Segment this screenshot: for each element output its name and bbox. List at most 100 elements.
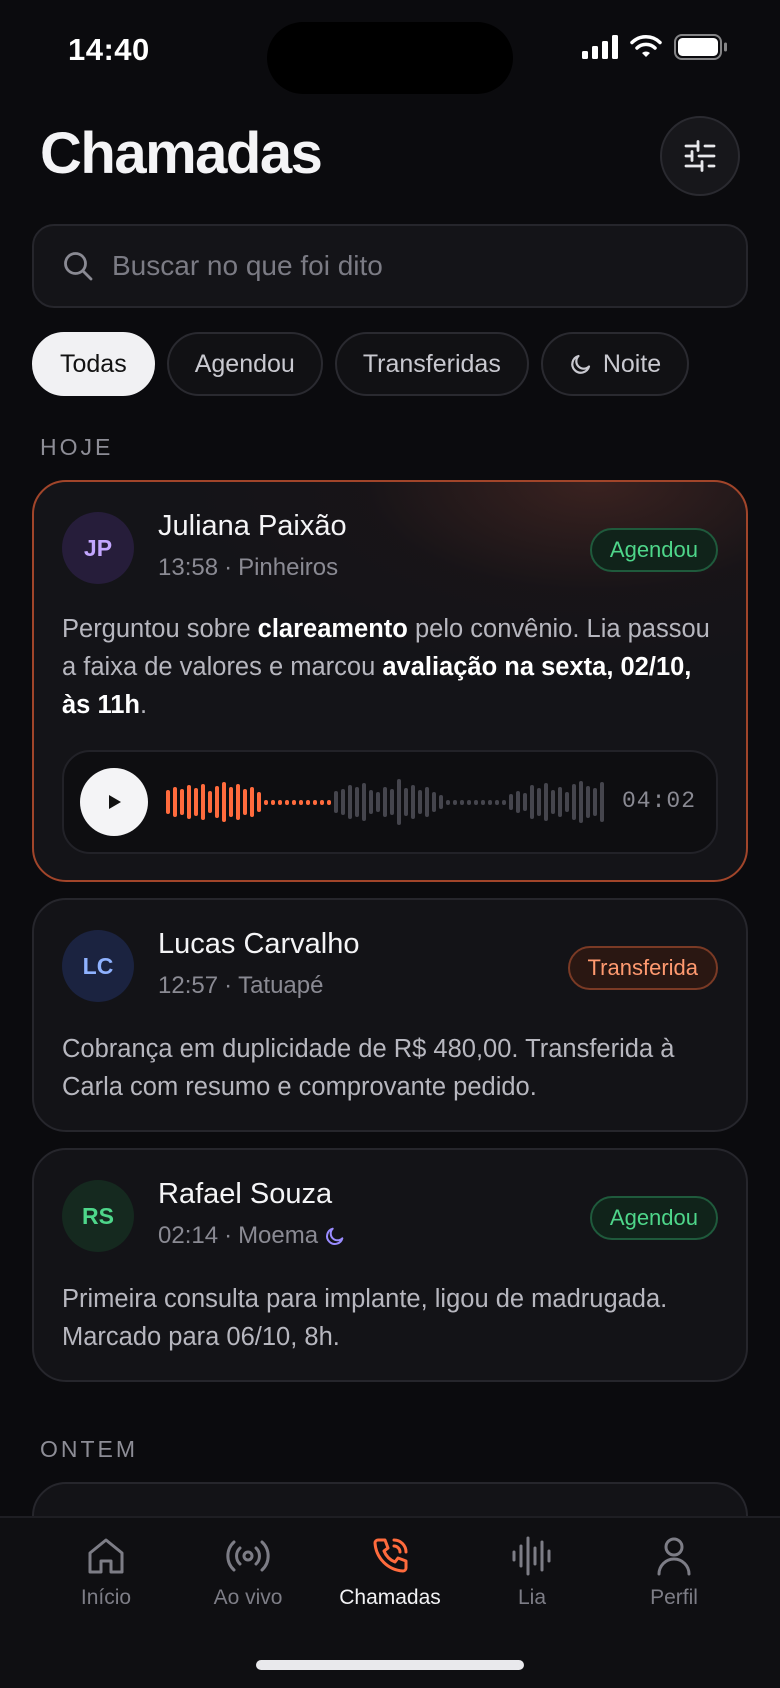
section-header-yesterday: ONTEM [40, 1436, 139, 1462]
waveform-bar [544, 783, 548, 821]
chip-transferidas[interactable]: Transferidas [334, 332, 529, 396]
waveform-bar [495, 799, 499, 805]
chip-label: Agendou [194, 349, 295, 378]
waveform-bar [369, 790, 373, 814]
waveform-bar [502, 799, 506, 805]
waveform-bar [299, 799, 303, 805]
waveform-bar [243, 789, 247, 815]
waveform-bar [439, 795, 443, 809]
waveform-bar [271, 799, 275, 805]
chip-todas[interactable]: Todas [32, 332, 155, 396]
call-place: Tatuapé [238, 972, 324, 999]
tab-label: Chamadas [339, 1586, 441, 1609]
waveform-bar [418, 790, 422, 814]
call-place: Moema [238, 1222, 319, 1249]
waveform-bar [453, 799, 457, 805]
moon-icon [571, 354, 590, 374]
waveform-bar [194, 788, 198, 816]
call-place: Pinheiros [238, 554, 339, 581]
waveform-bar [306, 799, 310, 805]
waveform-bar [404, 788, 408, 816]
waveform-bar [432, 792, 436, 812]
waveform-bar [383, 787, 387, 817]
avatar: RS [62, 1180, 134, 1252]
audio-waveform[interactable] [166, 772, 604, 832]
tab-ao-vivo[interactable]: Ao vivo [178, 1534, 318, 1610]
waveform-bar [215, 786, 219, 818]
caller-name: Rafael Souza [158, 1178, 333, 1210]
waveform-bar [327, 799, 331, 805]
call-card[interactable]: JP Juliana Paixão 13:58 · Pinheiros Agendo… [32, 480, 748, 882]
waveform-bar [334, 791, 338, 813]
battery-icon [674, 34, 727, 60]
waveform-bar [257, 792, 261, 812]
waveform-bar [579, 781, 583, 823]
broadcast-icon [226, 1540, 270, 1572]
play-icon [109, 795, 121, 809]
waveform-bar [425, 787, 429, 817]
home-indicator [256, 1660, 524, 1670]
call-time: 12:57 [158, 972, 219, 999]
waveform-bar [355, 787, 359, 817]
waveform-bar [467, 799, 471, 805]
sliders-icon [684, 140, 716, 172]
tab-label: Ao vivo [213, 1586, 283, 1609]
waveform-bar [264, 799, 268, 805]
tab-lia[interactable]: Lia [462, 1534, 602, 1610]
search-input[interactable] [112, 250, 672, 282]
dynamic-island [267, 22, 513, 94]
waveform-bar [460, 799, 464, 805]
call-card[interactable]: LC Lucas Carvalho 12:57 · Tatuapé Transfer… [32, 898, 748, 1132]
audio-duration: 04:02 [621, 788, 696, 814]
signal-icon [582, 35, 618, 59]
tab-label: Início [80, 1586, 132, 1609]
waveform-bar [390, 789, 394, 815]
waveform-bar [397, 779, 401, 825]
waveform-bar [222, 782, 226, 822]
avatar: LC [62, 930, 134, 1002]
call-summary: Cobrança em duplicidade de R$ 480,00. Tr… [62, 1035, 675, 1101]
waveform-bar [208, 791, 212, 813]
waveform-bar [586, 786, 590, 818]
status-icons [582, 34, 728, 60]
waveform-bar [166, 790, 170, 814]
search-bar[interactable] [32, 224, 748, 308]
waveform-bar [362, 783, 366, 821]
call-meta: 02:14 · Moema [158, 1222, 346, 1250]
call-time: 02:14 [158, 1222, 219, 1249]
waveform-bar [565, 792, 569, 812]
waveform-bar [341, 789, 345, 815]
user-icon [657, 1537, 691, 1576]
call-card[interactable]: RS Rafael Souza 02:14 · Moema Agendou Prim… [32, 1148, 748, 1382]
audio-player: 04:02 [62, 750, 718, 854]
filter-button[interactable] [660, 116, 740, 196]
waveform-bar [285, 799, 289, 805]
chip-noite[interactable]: Noite [540, 332, 690, 396]
waveform-bar [292, 799, 296, 805]
waveform-bar [229, 787, 233, 817]
tab-inicio[interactable]: Início [36, 1534, 176, 1610]
search-icon [64, 252, 93, 281]
waveform-bar [201, 784, 205, 820]
waveform-bar [180, 789, 184, 815]
section-header-today: HOJE [40, 434, 114, 460]
waveform-bar [313, 799, 317, 805]
tab-label: Lia [517, 1586, 547, 1609]
waveform-bar [411, 785, 415, 819]
waveform-bar [278, 799, 282, 805]
tab-chamadas[interactable]: Chamadas [320, 1534, 460, 1610]
play-button[interactable] [80, 768, 148, 836]
waveform-bar [593, 788, 597, 816]
chip-label: Transferidas [362, 349, 501, 378]
status-badge: Transferida [567, 946, 718, 990]
moon-icon [326, 1227, 344, 1245]
waveform-bar [488, 799, 492, 805]
caller-name: Juliana Paixão [158, 510, 347, 542]
waveform-bar [250, 787, 254, 817]
waveform-bar [551, 790, 555, 814]
chip-agendou[interactable]: Agendou [166, 332, 323, 396]
tab-label: Perfil [650, 1586, 698, 1609]
avatar: JP [62, 512, 134, 584]
tab-perfil[interactable]: Perfil [604, 1534, 744, 1610]
waveform-bar [558, 787, 562, 817]
